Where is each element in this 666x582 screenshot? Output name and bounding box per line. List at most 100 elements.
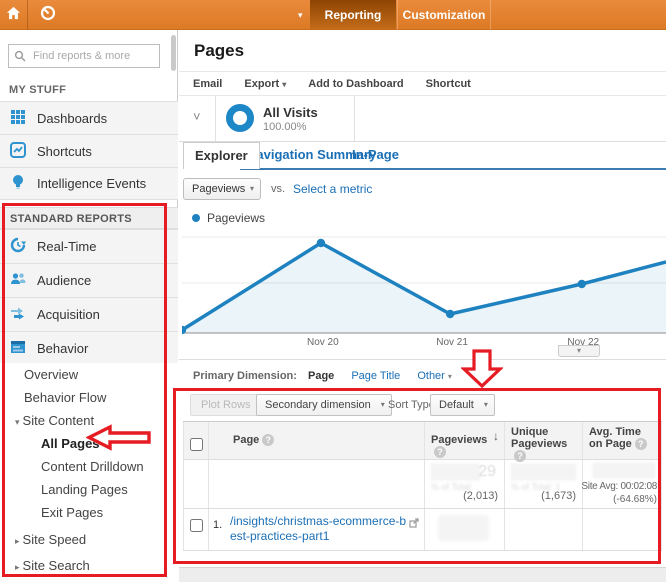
row-page-cell: 1. /insights/christmas-ecommerce-best-pr… xyxy=(209,509,425,550)
timeline-expander-button[interactable]: ▾ xyxy=(558,345,600,357)
sidebar-item-label: Real-Time xyxy=(37,239,97,254)
help-icon[interactable]: ? xyxy=(634,438,647,450)
segment-percent: 100.00% xyxy=(263,121,307,133)
sidebar-item-site-speed[interactable]: ▸ Site Speed xyxy=(0,528,178,551)
column-header-page[interactable]: Page? xyxy=(209,422,425,459)
tab-reporting[interactable]: Reporting xyxy=(310,0,396,30)
sidebar-item-behavior-flow[interactable]: Behavior Flow xyxy=(0,386,178,409)
sidebar-item-behavior[interactable]: Behavior xyxy=(0,331,178,365)
svg-text:Nov 20: Nov 20 xyxy=(307,337,339,348)
account-dropdown-caret[interactable]: ▾ xyxy=(298,10,303,21)
select-all-checkbox[interactable] xyxy=(190,438,203,451)
table-header-row: Page? Pageviews? ↓ Unique Pageviews? Avg… xyxy=(183,422,662,462)
tab-in-page[interactable]: In-Page xyxy=(352,147,399,162)
select-a-metric-link[interactable]: Select a metric xyxy=(293,182,372,196)
secondary-dimension-dropdown[interactable]: Secondary dimension ▾ xyxy=(256,394,392,416)
sidebar-item-overview[interactable]: Overview xyxy=(0,363,178,386)
caret-down-icon: ▾ xyxy=(15,417,20,427)
topbar: ▾ Reporting Customization xyxy=(0,0,666,30)
dimension-other[interactable]: Other ▾ xyxy=(417,370,452,382)
my-stuff-heading: MY STUFF xyxy=(9,84,67,96)
row-pageviews-cell xyxy=(425,509,505,550)
redacted-value xyxy=(593,463,655,478)
search-box xyxy=(8,44,160,68)
export-button[interactable]: Export ▾ xyxy=(244,78,286,90)
sidebar-item-all-pages[interactable]: All Pages xyxy=(0,432,178,455)
open-page-external-icon[interactable] xyxy=(409,515,419,533)
sidebar-scrollbar[interactable] xyxy=(171,35,176,71)
add-to-dashboard-button[interactable]: Add to Dashboard xyxy=(308,78,403,90)
my-stuff-group: Dashboards Shortcuts Intelligence Events xyxy=(0,101,178,200)
home-button[interactable] xyxy=(0,0,28,30)
sidebar-item-site-content[interactable]: ▾ Site Content xyxy=(0,409,178,432)
analytics-brand-button[interactable] xyxy=(34,0,62,30)
dimension-page[interactable]: Page xyxy=(308,370,334,382)
segment-collapse-chevron[interactable]: ˅ xyxy=(193,109,201,124)
redacted-value xyxy=(511,464,576,480)
segment-row: ˅ All Visits 100.00% xyxy=(179,96,666,142)
redacted-value xyxy=(431,464,480,480)
sidebar-item-exit-pages[interactable]: Exit Pages xyxy=(0,501,178,524)
dimension-page-title[interactable]: Page Title xyxy=(351,370,400,382)
sort-descending-icon: ↓ xyxy=(493,429,499,443)
lightbulb-icon xyxy=(10,174,26,193)
caret-down-icon: ▾ xyxy=(282,79,287,89)
select-all-cell xyxy=(183,422,209,459)
help-icon[interactable]: ? xyxy=(434,446,446,458)
email-button[interactable]: Email xyxy=(193,78,222,90)
sidebar-item-real-time[interactable]: Real-Time xyxy=(0,229,178,263)
report-action-bar: Email Export ▾ Add to Dashboard Shortcut xyxy=(179,71,666,96)
chart-legend: Pageviews xyxy=(192,211,265,225)
help-icon[interactable]: ? xyxy=(262,434,275,446)
sidebar-item-label: Audience xyxy=(37,273,92,288)
sidebar-item-content-drilldown[interactable]: Content Drilldown xyxy=(0,455,178,478)
shortcut-button[interactable]: Shortcut xyxy=(426,78,471,90)
home-icon xyxy=(6,6,21,25)
caret-right-icon: ▸ xyxy=(15,536,20,546)
column-header-unique-pageviews[interactable]: Unique Pageviews? xyxy=(505,422,583,462)
sidebar-item-landing-pages[interactable]: Landing Pages xyxy=(0,478,178,501)
redacted-value-fragment: 29 xyxy=(478,463,496,480)
google-analytics-screen: ▾ Reporting Customization MY STUFF xyxy=(0,0,666,582)
sidebar-item-dashboards[interactable]: Dashboards xyxy=(0,101,178,134)
row-unique-pageviews-cell xyxy=(505,509,583,550)
table-row: 1. /insights/christmas-ecommerce-best-pr… xyxy=(183,509,662,551)
caret-down-icon: ▾ xyxy=(483,400,488,409)
column-header-pageviews[interactable]: Pageviews? ↓ xyxy=(425,422,505,459)
sidebar-item-intelligence-events[interactable]: Intelligence Events xyxy=(0,167,178,200)
page-url-link[interactable]: /insights/christmas-ecommerce-best-pract… xyxy=(230,514,408,544)
search-input[interactable] xyxy=(9,45,159,67)
metric-dropdown[interactable]: Pageviews ▾ xyxy=(183,178,261,200)
totals-pageviews-cell: 29 % of Total: (2,013) xyxy=(425,460,505,508)
site-avg-delta: (-64.68%) xyxy=(613,494,657,505)
site-avg-time: Site Avg: 00:02:08 xyxy=(581,481,657,492)
sidebar-item-shortcuts[interactable]: Shortcuts xyxy=(0,134,178,167)
tab-explorer[interactable]: Explorer xyxy=(183,142,260,169)
vs-label: vs. xyxy=(271,183,286,195)
svg-text:Nov 21: Nov 21 xyxy=(436,337,468,348)
column-header-avg-time[interactable]: Avg. Time on Page? xyxy=(583,422,662,459)
audience-icon xyxy=(10,271,26,290)
standard-reports-heading: STANDARD REPORTS xyxy=(0,207,178,229)
unique-pageviews-percent-of-total: (1,673) xyxy=(541,490,576,502)
sidebar-item-label: Dashboards xyxy=(37,110,108,126)
footer-strip xyxy=(179,567,666,582)
row-rank: 1. xyxy=(213,519,223,531)
sidebar-item-label: Acquisition xyxy=(37,307,100,322)
real-time-icon xyxy=(10,237,26,256)
row-checkbox[interactable] xyxy=(189,519,203,532)
sidebar-item-acquisition[interactable]: Acquisition xyxy=(0,297,178,331)
sidebar-item-audience[interactable]: Audience xyxy=(0,263,178,297)
plot-rows-button[interactable]: Plot Rows xyxy=(190,394,262,416)
shortcuts-icon xyxy=(10,141,26,161)
segment-all-visits[interactable]: All Visits 100.00% xyxy=(215,96,355,141)
acquisition-icon xyxy=(10,305,26,324)
divider xyxy=(179,359,666,360)
segment-donut-icon xyxy=(226,104,254,132)
caret-right-icon: ▸ xyxy=(15,562,20,572)
globe-icon xyxy=(40,5,56,26)
sidebar-item-site-search[interactable]: ▸ Site Search xyxy=(0,554,178,577)
standard-reports-group: STANDARD REPORTS Real-Time Audience Acqu… xyxy=(0,207,178,365)
tab-customization[interactable]: Customization xyxy=(397,0,491,30)
sort-type-dropdown[interactable]: Default ▾ xyxy=(430,394,495,416)
